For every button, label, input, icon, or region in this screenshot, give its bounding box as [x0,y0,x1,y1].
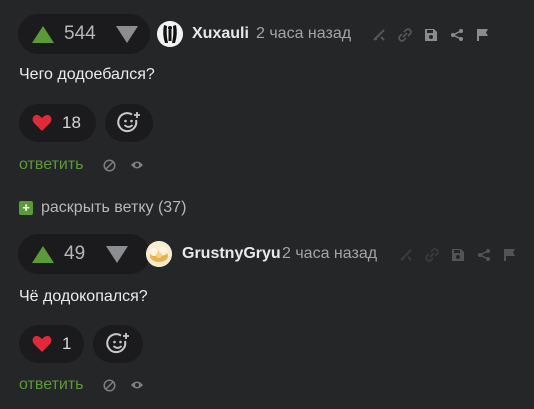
comment-actions: ответить [19,156,145,174]
flag-icon[interactable] [470,26,496,44]
reply-link[interactable]: ответить [19,156,84,174]
add-reaction-button[interactable] [93,325,143,363]
save-icon[interactable] [445,246,471,264]
heart-icon [32,114,52,131]
upvote-arrow-icon[interactable] [32,25,54,43]
comment-text: Чё додокопался? [19,288,148,305]
branch-icon[interactable] [393,246,419,264]
heart-icon [32,335,52,352]
expand-thread-label: раскрыть ветку (37) [41,199,187,216]
eye-icon[interactable] [129,377,145,393]
comment-toolbar [393,246,523,264]
avatar[interactable] [146,241,172,267]
comment: 49 GrustnyGryu 2 часа назад Чё додокопал… [0,234,534,393]
reply-link[interactable]: ответить [19,376,84,394]
comment-text: Чего додоебался? [19,66,155,83]
add-emoji-icon [106,333,129,354]
share-icon[interactable] [444,26,470,44]
like-count: 1 [62,334,72,353]
flag-icon[interactable] [497,246,523,264]
add-reaction-button[interactable] [105,104,153,142]
add-emoji-icon [117,112,140,133]
comment-score: 544 [64,23,96,44]
comment-toolbar [366,26,496,44]
hide-icon[interactable] [102,377,118,393]
expand-plus-icon: + [19,201,33,215]
reactions: 1 [19,325,143,363]
save-icon[interactable] [418,26,444,44]
reactions: 18 [19,104,153,142]
comment-header: 544 Xuxauli 2 часа назад [0,14,534,54]
like-button[interactable]: 1 [19,325,84,363]
comment-actions: ответить [19,376,145,394]
vote-widget: 544 [18,14,150,54]
username[interactable]: GrustnyGryu [182,245,281,263]
share-icon[interactable] [471,246,497,264]
comment: 544 Xuxauli 2 часа назад Чего додоебался… [0,14,534,216]
upvote-arrow-icon[interactable] [32,245,54,263]
downvote-arrow-icon[interactable] [106,245,128,263]
timestamp[interactable]: 2 часа назад [256,25,351,43]
link-icon[interactable] [392,26,418,44]
branch-icon[interactable] [366,26,392,44]
eye-icon[interactable] [129,157,145,173]
comment-score: 49 [64,243,86,264]
link-icon[interactable] [419,246,445,264]
avatar[interactable] [157,21,183,47]
like-count: 18 [62,113,81,132]
expand-thread-button[interactable]: + раскрыть ветку (37) [19,199,186,217]
comment-header: 49 GrustnyGryu 2 часа назад [0,234,534,274]
username[interactable]: Xuxauli [192,25,249,43]
vote-widget: 49 [18,234,150,274]
like-button[interactable]: 18 [19,104,96,142]
hide-icon[interactable] [102,157,118,173]
timestamp[interactable]: 2 часа назад [282,245,377,263]
downvote-arrow-icon[interactable] [116,25,138,43]
